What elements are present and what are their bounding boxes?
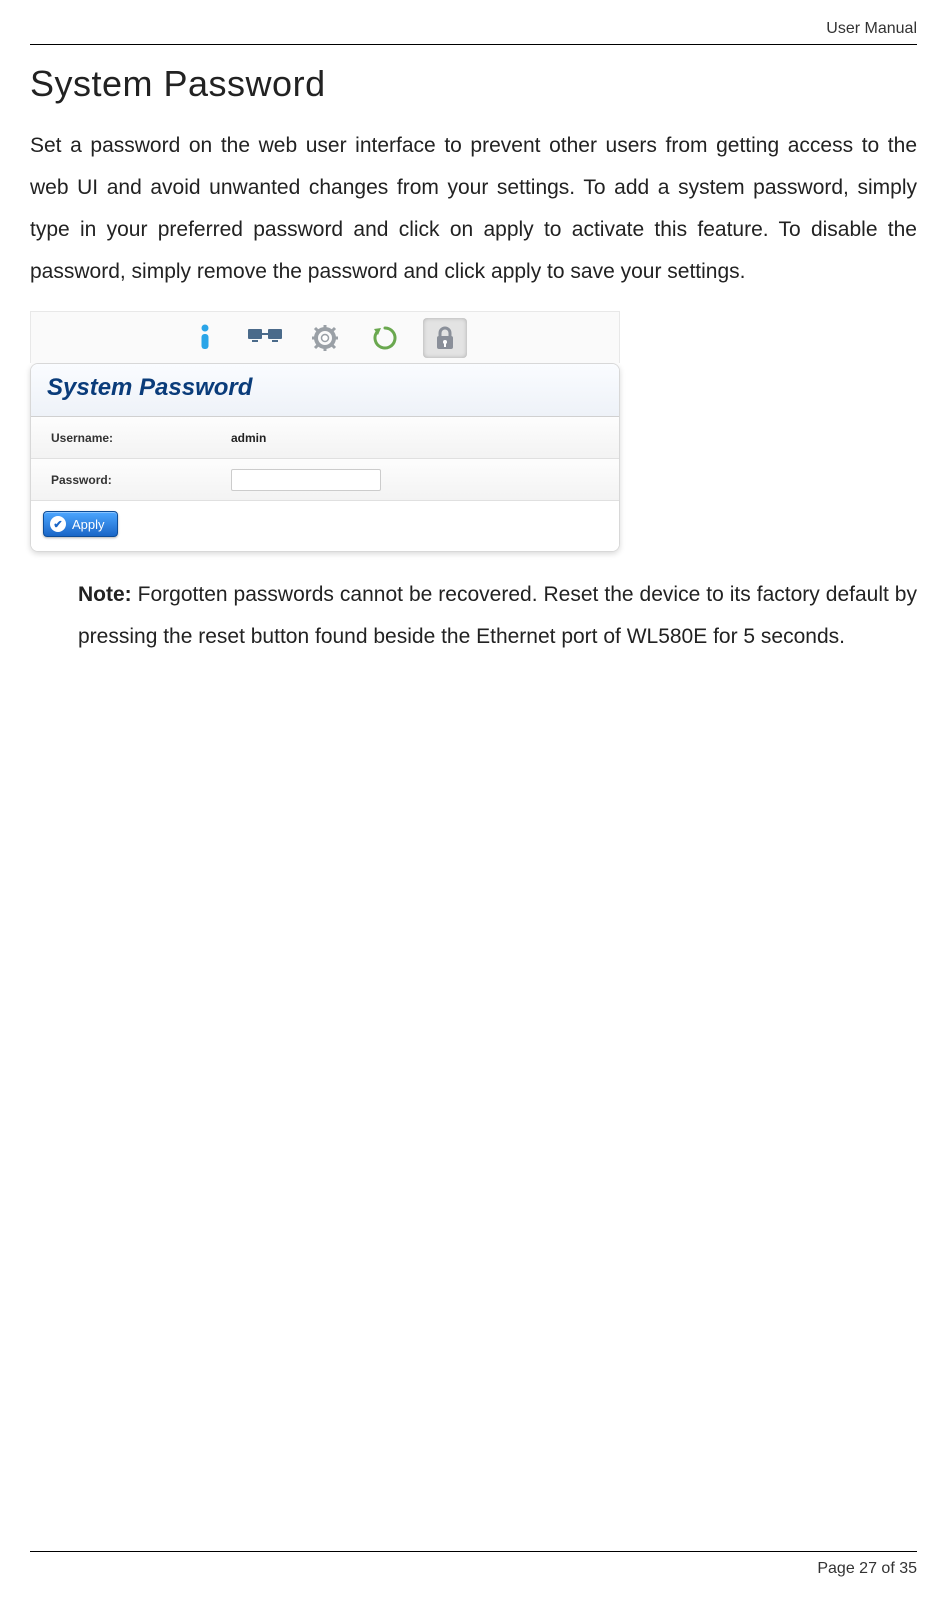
info-icon[interactable] xyxy=(183,318,227,358)
note-paragraph: Note: Forgotten passwords cannot be reco… xyxy=(78,574,917,658)
password-row: Password: xyxy=(31,459,619,501)
apply-button-label: Apply xyxy=(72,517,105,532)
network-icon[interactable] xyxy=(243,318,287,358)
password-input[interactable] xyxy=(231,469,381,491)
footer-divider xyxy=(30,1551,917,1552)
intro-paragraph: Set a password on the web user interface… xyxy=(30,125,917,293)
username-label: Username: xyxy=(51,431,231,445)
username-row: Username: admin xyxy=(31,417,619,459)
apply-button[interactable]: ✔ Apply xyxy=(43,511,118,537)
page-number: Page 27 of 35 xyxy=(30,1560,917,1578)
password-label: Password: xyxy=(51,473,231,487)
panel-title: System Password xyxy=(31,364,619,417)
system-password-panel: System Password Username: admin Password… xyxy=(30,363,620,552)
check-icon: ✔ xyxy=(50,516,66,532)
page-title: System Password xyxy=(30,63,917,105)
username-value: admin xyxy=(231,431,266,445)
note-text: Forgotten passwords cannot be recovered.… xyxy=(78,583,917,648)
header-divider xyxy=(30,44,917,45)
header-label: User Manual xyxy=(30,20,917,38)
reboot-icon[interactable] xyxy=(363,318,407,358)
note-prefix: Note: xyxy=(78,583,132,606)
system-password-screenshot: System Password Username: admin Password… xyxy=(30,311,620,552)
footer: Page 27 of 35 xyxy=(30,1551,917,1578)
tab-bar xyxy=(30,311,620,363)
apply-row: ✔ Apply xyxy=(31,501,619,551)
gear-icon[interactable] xyxy=(303,318,347,358)
lock-icon[interactable] xyxy=(423,318,467,358)
